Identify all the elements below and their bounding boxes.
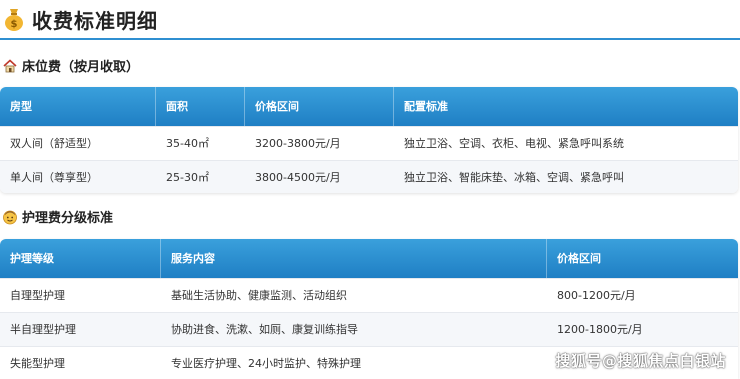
money-bag-icon: $ [5,9,23,31]
page-title: 收费标准明细 [32,9,158,33]
svg-text:$: $ [11,19,18,30]
room-type-cell: 单人间（尊享型） [10,171,98,184]
bed-fee-table: 房型 面积 价格区间 配置标准 双人间（舒适型） 35-40㎡ 3200-380… [0,87,738,193]
header-divider [160,239,161,278]
config-cell: 独立卫浴、空调、衣柜、电视、紧急呼叫系统 [404,137,624,150]
header-care-level: 护理等级 [10,252,54,265]
config-cell: 独立卫浴、智能床垫、冰箱、空调、紧急呼叫 [404,171,624,184]
price-cell: 1200-1800元/月 [557,323,643,336]
header-service-content: 服务内容 [171,252,215,265]
bed-fee-heading: 床位费（按月收取） [2,56,139,75]
care-table-header: 护理等级 服务内容 价格区间 [0,239,738,278]
care-fee-heading: 护理费分级标准 [2,207,113,226]
price-cell: 3200-3800元/月 [255,137,341,150]
care-level-cell: 失能型护理 [10,357,65,370]
service-content-cell: 基础生活协助、健康监测、活动组织 [171,289,347,302]
price-cell: 800-1200元/月 [557,289,636,302]
table-row: 单人间（尊享型） 25-30㎡ 3800-4500元/月 独立卫浴、智能床垫、冰… [0,160,738,193]
page-header: $ 收费标准明细 [0,0,740,40]
table-row: 半自理型护理 协助进食、洗漱、如厕、康复训练指导 1200-1800元/月 [0,312,738,346]
header-divider [155,87,156,126]
service-content-cell: 协助进食、洗漱、如厕、康复训练指导 [171,323,358,336]
header-config: 配置标准 [404,100,448,113]
bed-fee-heading-text: 床位费（按月收取） [22,60,140,75]
care-level-cell: 自理型护理 [10,289,65,302]
header-price-range: 价格区间 [557,252,601,265]
area-cell: 35-40㎡ [166,137,209,150]
care-fee-heading-text: 护理费分级标准 [22,211,114,226]
header-area: 面积 [166,100,188,113]
care-face-icon [3,210,17,224]
header-divider [393,87,394,126]
header-room-type: 房型 [10,100,32,113]
table-row: 双人间（舒适型） 35-40㎡ 3200-3800元/月 独立卫浴、空调、衣柜、… [0,126,738,160]
room-type-cell: 双人间（舒适型） [10,137,98,150]
area-cell: 25-30㎡ [166,171,209,184]
header-divider [546,239,547,278]
table-row: 自理型护理 基础生活协助、健康监测、活动组织 800-1200元/月 [0,278,738,312]
house-icon [3,58,17,72]
service-content-cell: 专业医疗护理、24小时监护、特殊护理 [171,357,361,370]
watermark: 搜狐号@搜狐焦点白银站 [555,352,726,370]
bed-table-header: 房型 面积 价格区间 配置标准 [0,87,738,126]
header-price-range: 价格区间 [255,100,299,113]
price-cell: 3800-4500元/月 [255,171,341,184]
care-level-cell: 半自理型护理 [10,323,76,336]
header-divider [244,87,245,126]
